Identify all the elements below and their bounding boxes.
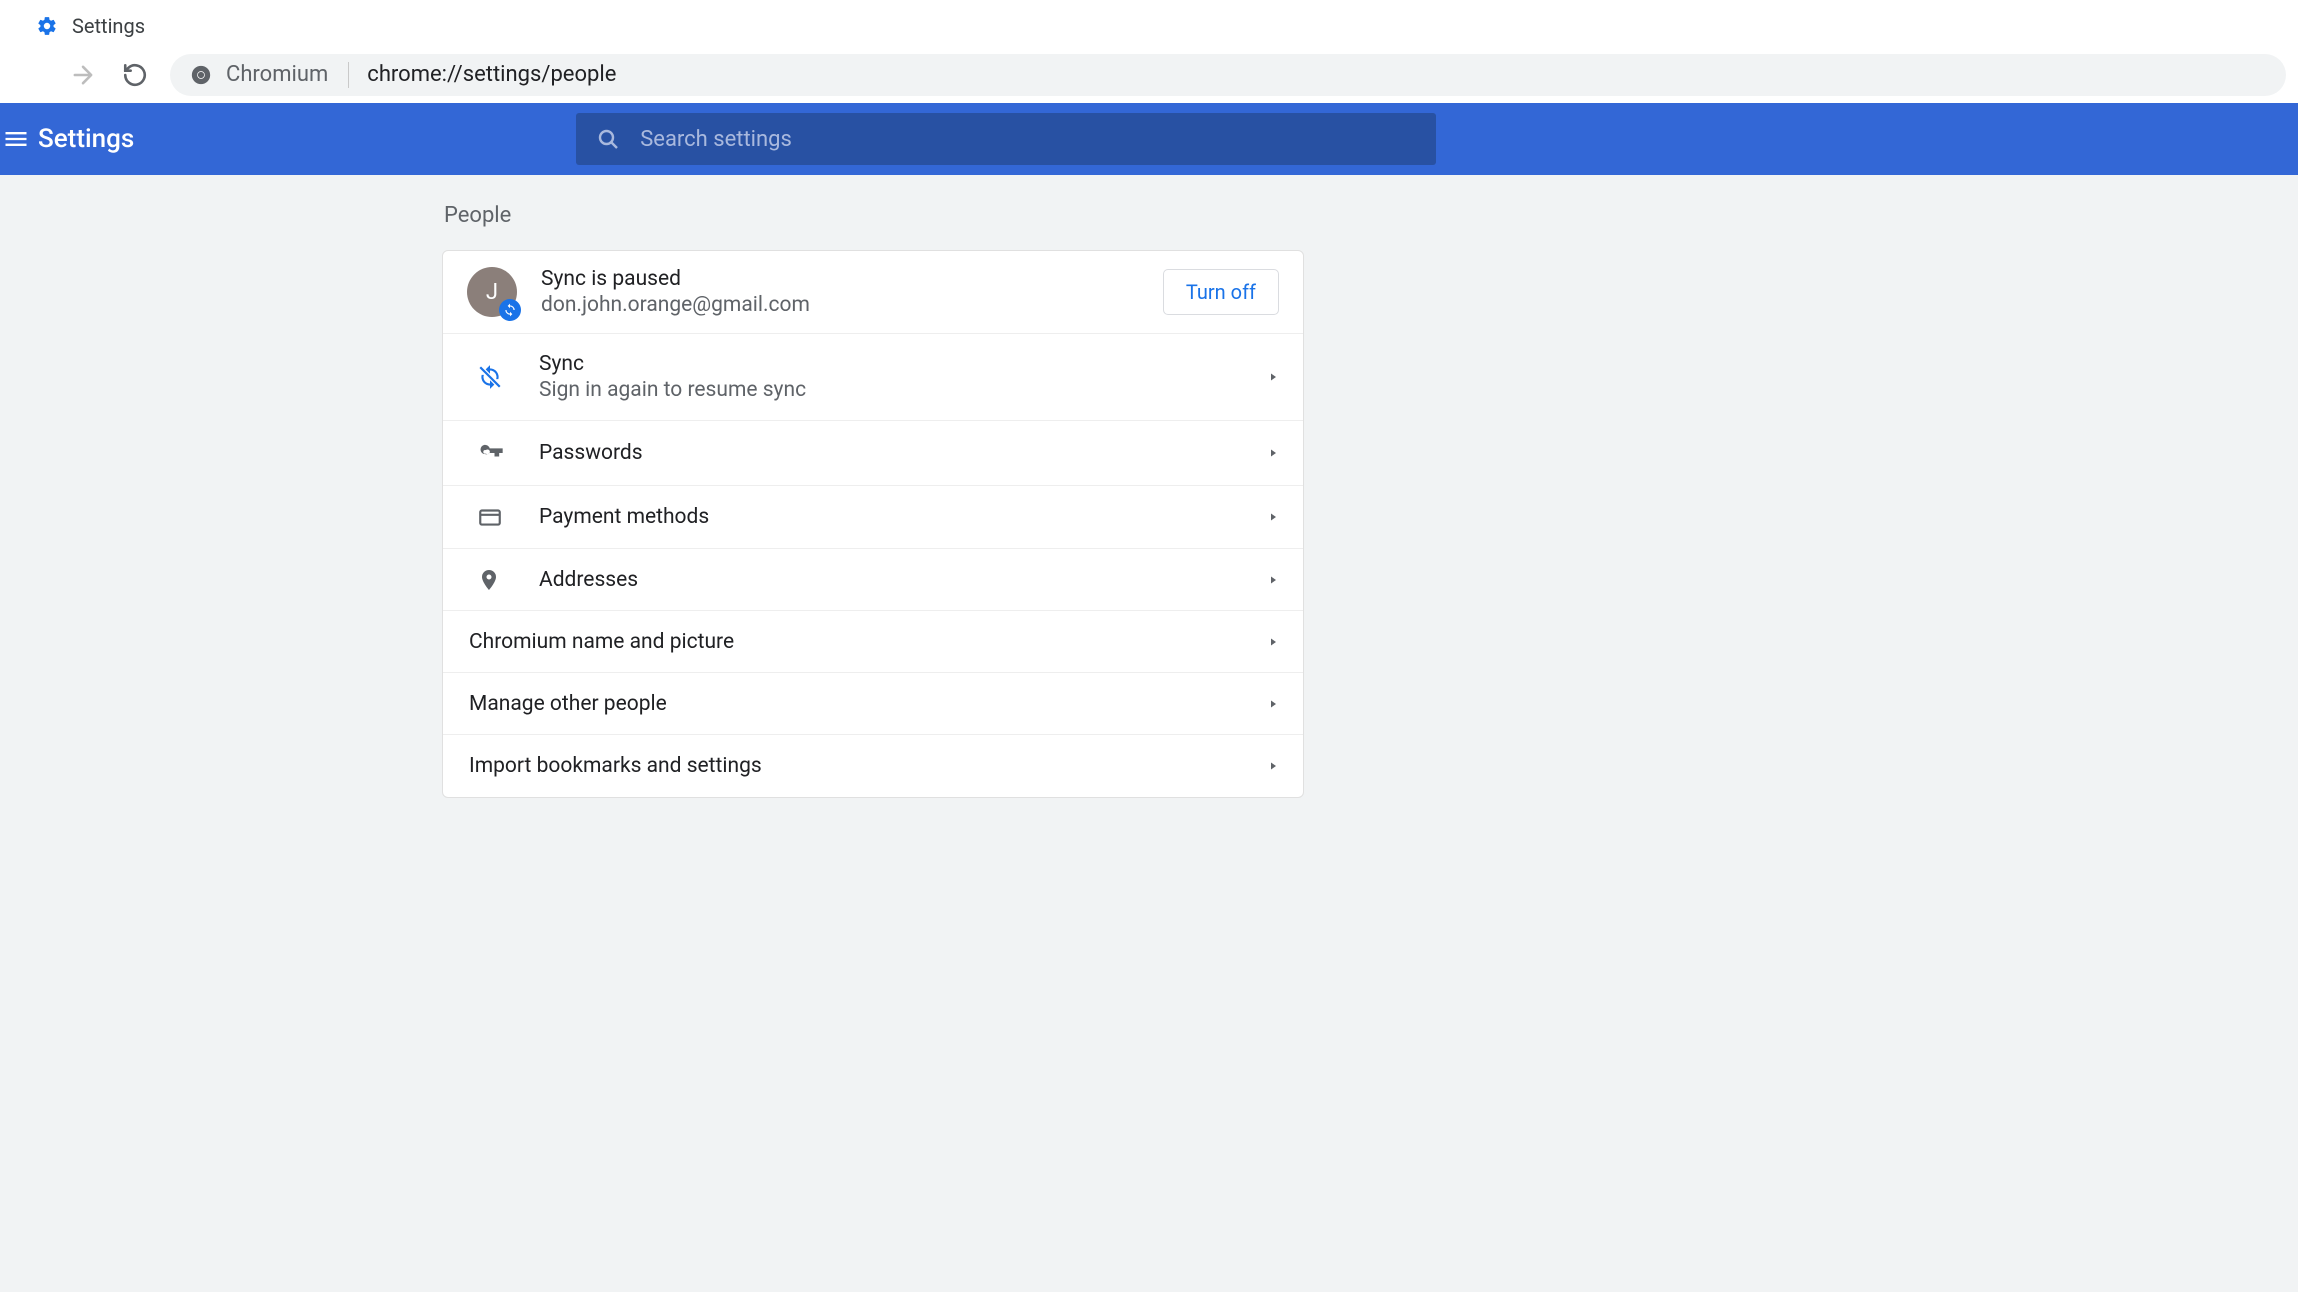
chevron-right-icon [1255,698,1279,710]
row-title: Import bookmarks and settings [469,754,1255,778]
gear-icon [36,15,58,37]
chevron-right-icon [1255,371,1279,383]
settings-search-input[interactable] [640,127,1416,152]
chevron-right-icon [1255,574,1279,586]
row-subtitle: Sign in again to resume sync [539,378,1255,402]
section-title: People [442,203,1304,228]
site-identity-chip[interactable]: Chromium [190,62,353,88]
browser-tab-bar: Settings [0,0,2298,46]
account-text: Sync is paused don.john.orange@gmail.com [541,267,1163,317]
manage-people-row[interactable]: Manage other people [443,673,1303,735]
addresses-row[interactable]: Addresses [443,549,1303,611]
row-title: Chromium name and picture [469,630,1255,654]
divider [348,62,349,88]
browser-toolbar: Chromium chrome://settings/people [0,46,2298,103]
url-text: chrome://settings/people [367,62,616,87]
chevron-right-icon [1255,760,1279,772]
account-email: don.john.orange@gmail.com [541,293,1163,317]
turn-off-button[interactable]: Turn off [1163,269,1279,315]
browser-tab-settings[interactable]: Settings [36,14,145,38]
reload-button[interactable] [110,50,160,100]
row-title: Addresses [539,568,1255,592]
name-picture-row[interactable]: Chromium name and picture [443,611,1303,673]
people-section: People J Sync is paused don.john.orange@… [442,203,1304,798]
passwords-row[interactable]: Passwords [443,421,1303,486]
search-icon [596,127,620,151]
import-bookmarks-row[interactable]: Import bookmarks and settings [443,735,1303,797]
settings-title: Settings [38,124,134,154]
row-title: Passwords [539,441,1255,465]
payment-methods-row[interactable]: Payment methods [443,486,1303,549]
sync-paused-badge-icon [499,299,521,321]
tab-title: Settings [72,14,145,38]
credit-card-icon [467,504,539,530]
people-card: J Sync is paused don.john.orange@gmail.c… [442,250,1304,798]
account-row: J Sync is paused don.john.orange@gmail.c… [443,251,1303,334]
forward-button[interactable] [58,50,108,100]
sync-row[interactable]: Sync Sign in again to resume sync [443,334,1303,421]
settings-search[interactable] [576,113,1436,165]
settings-header: Settings [0,103,2298,175]
menu-button[interactable] [0,125,40,153]
chevron-right-icon [1255,511,1279,523]
account-status: Sync is paused [541,267,1163,291]
row-title: Sync [539,352,1255,376]
settings-body: People J Sync is paused don.john.orange@… [0,175,2298,1292]
site-label: Chromium [226,62,328,87]
chevron-right-icon [1255,447,1279,459]
avatar: J [467,267,517,317]
chromium-icon [190,64,212,86]
key-icon [467,439,539,467]
row-title: Manage other people [469,692,1255,716]
row-title: Payment methods [539,505,1255,529]
address-bar[interactable]: Chromium chrome://settings/people [170,54,2286,96]
sync-disabled-icon [467,364,539,390]
chevron-right-icon [1255,636,1279,648]
location-pin-icon [467,568,539,592]
